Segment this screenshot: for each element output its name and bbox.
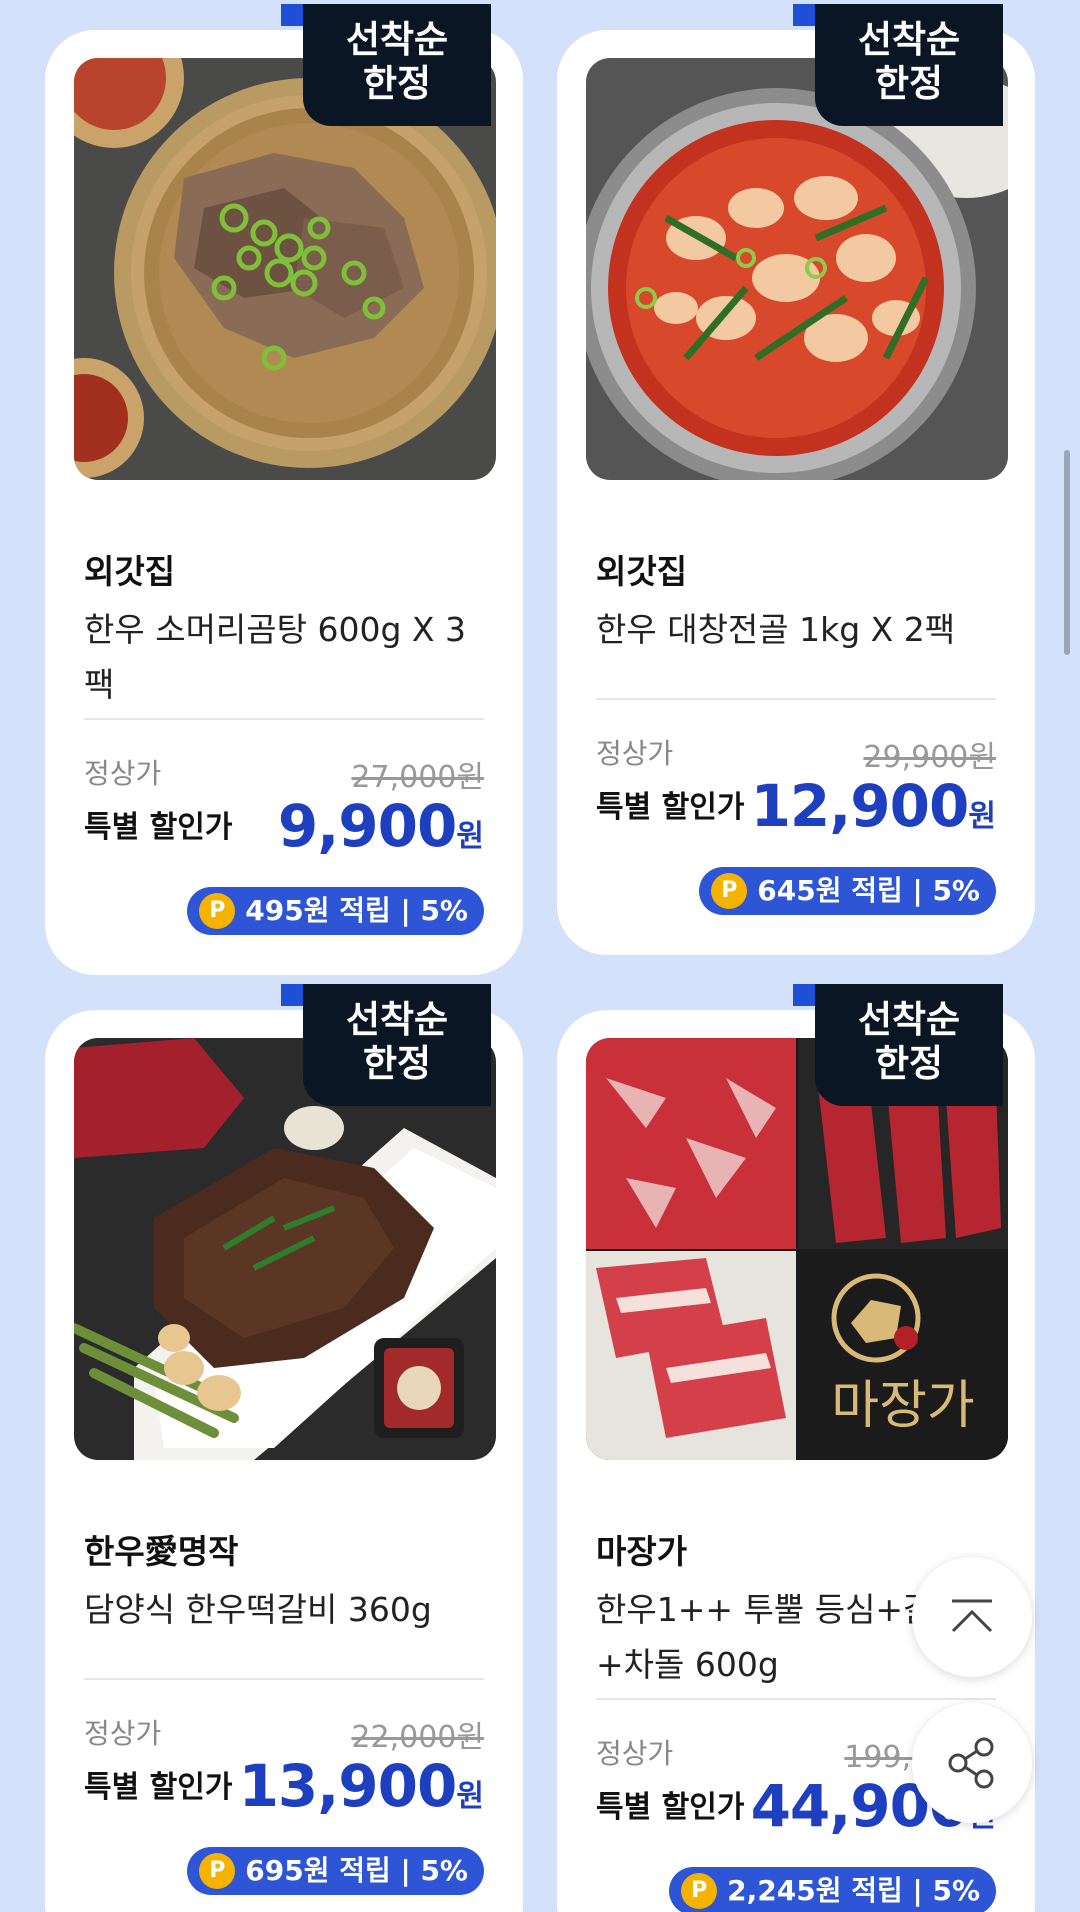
product-card[interactable]: 선착순 한정 외갓집 한우 대창전골 1kg X 2팩 정상가 29,900원 …: [557, 4, 1035, 955]
brand-name: 한우愛명작: [84, 1532, 239, 1571]
chevron-up-icon: [951, 1599, 993, 1633]
badge-line-1: 선착순: [345, 998, 449, 1041]
badge-line-1: 선착순: [857, 998, 961, 1041]
brand-name: 외갓집: [84, 552, 176, 591]
points-icon: P: [681, 1873, 718, 1909]
points-text: 495원 적립 | 5%: [245, 894, 468, 927]
sale-price-label: 특별 할인가: [596, 790, 745, 825]
points-pill: P 495원 적립 | 5%: [187, 887, 484, 935]
first-come-limited-badge: 선착순 한정: [793, 4, 1003, 126]
regular-price-label: 정상가: [596, 737, 674, 770]
sale-price-unit: 원: [456, 819, 484, 854]
product-name[interactable]: 한우 대창전골 1kg X 2팩: [596, 602, 1006, 657]
brand-name: 마장가: [596, 1532, 688, 1571]
sale-price: 12,900원: [751, 772, 996, 840]
sale-price-value: 9,900: [277, 792, 457, 860]
divider: [84, 1678, 484, 1680]
regular-price-label: 정상가: [596, 1737, 674, 1770]
share-button[interactable]: [912, 1703, 1032, 1823]
regular-price: 27,000원: [351, 760, 484, 795]
sale-price-label: 특별 할인가: [84, 810, 233, 845]
points-pill: P 695원 적립 | 5%: [187, 1847, 484, 1895]
regular-price: 22,000원: [351, 1720, 484, 1755]
product-name[interactable]: 담양식 한우떡갈비 360g: [84, 1582, 494, 1637]
sale-price-unit: 원: [456, 1779, 484, 1814]
badge-line-2: 한정: [362, 1042, 432, 1085]
badge-line-1: 선착순: [345, 18, 449, 61]
divider: [84, 718, 484, 720]
badge-line-2: 한정: [874, 1042, 944, 1085]
first-come-limited-badge: 선착순 한정: [793, 984, 1003, 1106]
sale-price-label: 특별 할인가: [596, 1790, 745, 1825]
sale-price-value: 13,900: [238, 1752, 458, 1820]
brand-logo-text: 마장가: [831, 1376, 975, 1436]
sale-price: 9,900원: [278, 792, 484, 860]
points-icon: P: [199, 1853, 236, 1889]
brand-name: 외갓집: [596, 552, 688, 591]
points-pill: P 645원 적립 | 5%: [699, 867, 996, 915]
sale-price-unit: 원: [968, 799, 996, 834]
product-card[interactable]: 선착순 한정 외갓집 한우 소머리곰탕 600g X 3팩 정상가 27,000…: [45, 4, 523, 975]
regular-price: 29,900원: [863, 740, 996, 775]
divider: [596, 698, 996, 700]
first-come-limited-badge: 선착순 한정: [281, 984, 491, 1106]
first-come-limited-badge: 선착순 한정: [281, 4, 491, 126]
points-text: 2,245원 적립 | 5%: [727, 1874, 980, 1907]
points-pill: P 2,245원 적립 | 5%: [669, 1867, 996, 1912]
regular-price-label: 정상가: [84, 1717, 162, 1750]
badge-line-2: 한정: [362, 62, 432, 105]
sale-price: 13,900원: [239, 1752, 484, 1820]
sale-price-value: 12,900: [750, 772, 970, 840]
product-card[interactable]: 선착순 한정 한우愛명작 담양식 한우떡갈비 360g 정상가 22,000원 …: [45, 984, 523, 1912]
points-text: 695원 적립 | 5%: [245, 1854, 468, 1887]
product-name[interactable]: 한우 소머리곰탕 600g X 3팩: [84, 602, 494, 712]
badge-line-2: 한정: [874, 62, 944, 105]
badge-line-1: 선착순: [857, 18, 961, 61]
sale-price-label: 특별 할인가: [84, 1770, 233, 1805]
scrollbar[interactable]: [1064, 450, 1070, 655]
share-icon: [948, 1737, 994, 1789]
points-text: 645원 적립 | 5%: [757, 874, 980, 907]
scroll-to-top-button[interactable]: [912, 1557, 1032, 1677]
points-icon: P: [711, 873, 748, 909]
regular-price-label: 정상가: [84, 757, 162, 790]
divider: [596, 1698, 996, 1700]
points-icon: P: [199, 893, 236, 929]
